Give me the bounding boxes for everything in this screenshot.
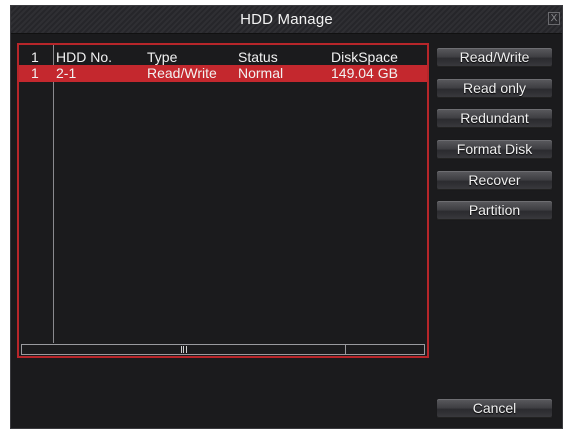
header-status: Status bbox=[238, 49, 278, 65]
close-icon[interactable]: X bbox=[548, 12, 560, 25]
format-disk-button[interactable]: Format Disk bbox=[436, 139, 553, 160]
partition-button[interactable]: Partition bbox=[436, 200, 553, 221]
cancel-button[interactable]: Cancel bbox=[436, 398, 553, 419]
header-hdd-no: HDD No. bbox=[56, 49, 113, 65]
column-divider bbox=[53, 45, 54, 343]
row-status: Normal bbox=[238, 65, 284, 81]
table-row[interactable]: 1 2-1 Read/Write Normal 149.04 GB bbox=[19, 65, 427, 82]
table-header: 1 HDD No. Type Status DiskSpace bbox=[19, 49, 427, 66]
scrollbar-thumb[interactable] bbox=[22, 345, 346, 354]
row-type: Read/Write bbox=[147, 65, 217, 81]
header-disk-space: DiskSpace bbox=[331, 49, 398, 65]
horizontal-scrollbar[interactable] bbox=[21, 344, 425, 355]
disk-list-panel: 1 HDD No. Type Status DiskSpace 1 2-1 Re… bbox=[17, 43, 429, 358]
window-title: HDD Manage bbox=[240, 11, 333, 28]
redundant-button[interactable]: Redundant bbox=[436, 108, 553, 129]
header-index: 1 bbox=[31, 49, 39, 65]
row-disk-space: 149.04 GB bbox=[331, 65, 398, 81]
grip-icon bbox=[181, 346, 187, 353]
title-bar: HDD Manage X bbox=[11, 6, 562, 34]
read-only-button[interactable]: Read only bbox=[436, 78, 553, 99]
row-hdd-no: 2-1 bbox=[56, 65, 77, 81]
row-index: 1 bbox=[31, 65, 39, 81]
recover-button[interactable]: Recover bbox=[436, 170, 553, 191]
header-type: Type bbox=[147, 49, 178, 65]
read-write-button[interactable]: Read/Write bbox=[436, 47, 553, 68]
